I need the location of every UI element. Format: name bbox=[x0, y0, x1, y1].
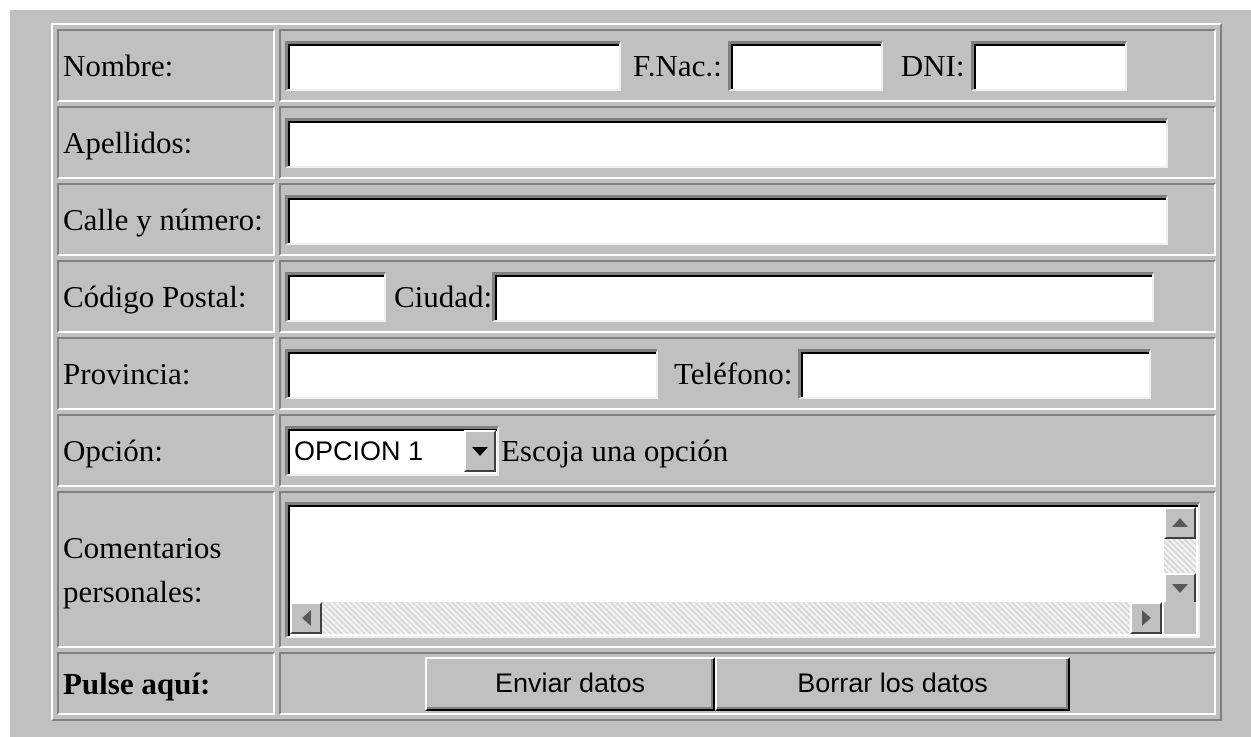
scrollbar-corner bbox=[1164, 601, 1196, 634]
ciudad-input[interactable] bbox=[492, 271, 1155, 322]
chevron-down-icon[interactable] bbox=[464, 430, 496, 472]
page-edge-top bbox=[0, 0, 1251, 10]
telefono-input[interactable] bbox=[798, 348, 1152, 399]
codigo-postal-cell: Ciudad: bbox=[279, 260, 1216, 333]
scroll-right-icon[interactable] bbox=[1130, 601, 1162, 634]
telefono-label: Teléfono: bbox=[674, 355, 793, 391]
scroll-left-icon[interactable] bbox=[290, 601, 322, 634]
reset-button[interactable]: Borrar los datos bbox=[715, 656, 1070, 711]
codigo-postal-label: Código Postal: bbox=[57, 260, 275, 333]
calle-cell bbox=[279, 183, 1216, 256]
opcion-label: Opción: bbox=[57, 414, 275, 487]
row-submit: Pulse aquí: Enviar datos Borrar los dato… bbox=[57, 652, 1216, 715]
apellidos-input[interactable] bbox=[285, 117, 1168, 168]
row-nombre: Nombre: F.Nac.: DNI: bbox=[57, 29, 1216, 102]
row-calle: Calle y número: bbox=[57, 183, 1216, 256]
comentarios-label: Comentarios personales: bbox=[57, 491, 275, 648]
scroll-down-icon[interactable] bbox=[1164, 572, 1196, 605]
opcion-hint: Escoja una opción bbox=[501, 432, 729, 468]
opcion-selected-value: OPCION 1 bbox=[294, 435, 424, 466]
opcion-cell: OPCION 1 Escoja una opción bbox=[279, 414, 1216, 487]
row-comentarios: Comentarios personales: bbox=[57, 491, 1216, 648]
page-edge-left bbox=[0, 0, 10, 737]
provincia-input[interactable] bbox=[285, 348, 658, 399]
nombre-cell: F.Nac.: DNI: bbox=[279, 29, 1216, 102]
comentarios-cell bbox=[279, 491, 1216, 648]
nombre-input[interactable] bbox=[285, 40, 621, 91]
fnac-label: F.Nac.: bbox=[633, 47, 722, 83]
send-button[interactable]: Enviar datos bbox=[425, 656, 715, 711]
codigo-postal-input[interactable] bbox=[285, 271, 386, 322]
comentarios-label-line2: personales: bbox=[63, 573, 203, 609]
provincia-label: Provincia: bbox=[57, 337, 275, 410]
submit-cell: Enviar datos Borrar los datos bbox=[279, 652, 1216, 715]
row-provincia: Provincia: Teléfono: bbox=[57, 337, 1216, 410]
comentarios-label-line1: Comentarios bbox=[63, 529, 222, 565]
apellidos-label: Apellidos: bbox=[57, 106, 275, 179]
dni-input[interactable] bbox=[970, 40, 1127, 91]
submit-label: Pulse aquí: bbox=[57, 652, 275, 715]
comentarios-textarea[interactable] bbox=[285, 501, 1200, 638]
fnac-input[interactable] bbox=[727, 40, 883, 91]
calle-label: Calle y número: bbox=[57, 183, 275, 256]
row-opcion: Opción: OPCION 1 Escoja una opción bbox=[57, 414, 1216, 487]
dni-label: DNI: bbox=[900, 47, 965, 83]
scroll-up-icon[interactable] bbox=[1164, 506, 1196, 539]
personal-data-form: Nombre: F.Nac.: DNI: Apellidos: Calle y … bbox=[51, 23, 1222, 721]
nombre-label: Nombre: bbox=[57, 29, 275, 102]
apellidos-cell bbox=[279, 106, 1216, 179]
ciudad-label: Ciudad: bbox=[394, 278, 493, 314]
calle-input[interactable] bbox=[285, 194, 1168, 245]
vertical-scrollbar[interactable] bbox=[1164, 506, 1196, 605]
row-codigo-postal: Código Postal: Ciudad: bbox=[57, 260, 1216, 333]
provincia-cell: Teléfono: bbox=[279, 337, 1216, 410]
opcion-select[interactable]: OPCION 1 bbox=[285, 425, 499, 476]
horizontal-scrollbar[interactable] bbox=[290, 601, 1162, 634]
row-apellidos: Apellidos: bbox=[57, 106, 1216, 179]
